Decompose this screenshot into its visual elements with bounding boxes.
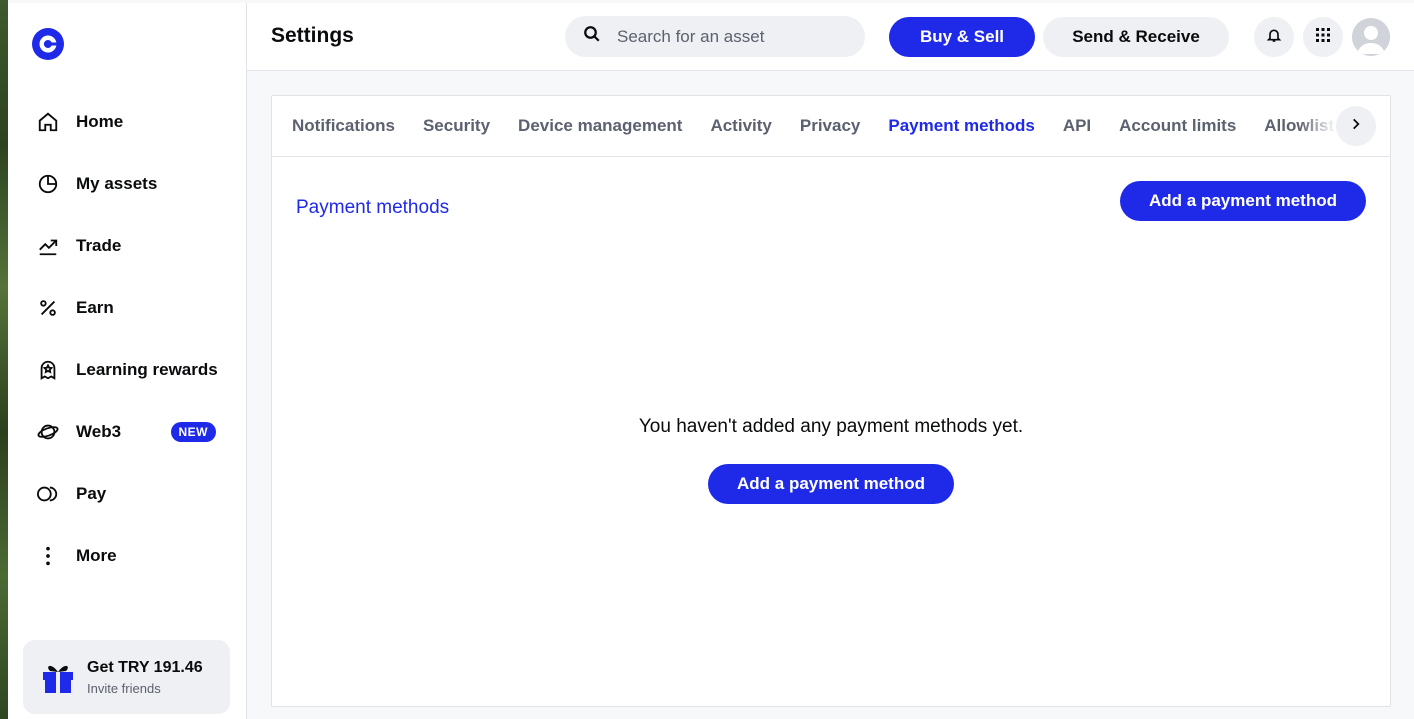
- tab-api[interactable]: API: [1063, 116, 1091, 136]
- tab-payment-methods[interactable]: Payment methods: [888, 116, 1034, 136]
- buy-sell-button[interactable]: Buy & Sell: [889, 17, 1035, 57]
- percent-icon: [36, 296, 60, 320]
- tab-activity[interactable]: Activity: [710, 116, 771, 136]
- referral-title: Get TRY 191.46: [87, 658, 203, 676]
- pie-chart-icon: [36, 172, 60, 196]
- pay-icon: [36, 482, 60, 506]
- sidebar-item-label: More: [76, 546, 117, 565]
- settings-card: Notifications Security Device management…: [271, 95, 1391, 707]
- sidebar-item-web3[interactable]: Web3 NEW: [8, 401, 247, 463]
- search-bar[interactable]: [565, 16, 865, 57]
- tab-account-limits[interactable]: Account limits: [1119, 116, 1236, 136]
- sidebar-item-my-assets[interactable]: My assets: [8, 153, 247, 215]
- notifications-button[interactable]: [1254, 17, 1294, 57]
- sidebar-item-home[interactable]: Home: [8, 91, 247, 153]
- apps-button[interactable]: [1303, 17, 1343, 57]
- sidebar-item-trade[interactable]: Trade: [8, 215, 247, 277]
- payment-methods-heading[interactable]: Payment methods: [296, 197, 449, 219]
- grid-icon: [1316, 27, 1330, 47]
- sidebar-item-label: My assets: [76, 174, 158, 193]
- referral-subtitle: Invite friends: [87, 680, 161, 696]
- desktop-background: [0, 0, 8, 719]
- chevron-right-icon: [1349, 117, 1363, 136]
- new-badge: NEW: [170, 422, 216, 442]
- sidebar-item-label: Pay: [76, 484, 107, 503]
- sidebar-item-earn[interactable]: Earn: [8, 277, 247, 339]
- search-icon: [583, 25, 601, 48]
- empty-state-add-payment-method-button[interactable]: Add a payment method: [708, 464, 954, 504]
- tab-device-management[interactable]: Device management: [518, 116, 682, 136]
- sidebar-nav: Home My assets Trade Earn Learning rewar…: [8, 91, 247, 587]
- tab-security[interactable]: Security: [423, 116, 490, 136]
- tab-notifications[interactable]: Notifications: [292, 116, 395, 136]
- settings-tabs: Notifications Security Device management…: [272, 96, 1390, 157]
- sidebar-item-label: Home: [76, 112, 124, 131]
- add-payment-method-button[interactable]: Add a payment method: [1120, 181, 1366, 221]
- app-window: Home My assets Trade Earn Learning rewar…: [8, 3, 1414, 719]
- user-avatar[interactable]: [1352, 18, 1390, 56]
- trend-icon: [36, 234, 60, 258]
- sidebar-item-label: Earn: [76, 298, 114, 317]
- send-receive-button[interactable]: Send & Receive: [1043, 17, 1229, 57]
- bell-icon: [1266, 27, 1282, 48]
- sidebar-item-label: Web3: [76, 422, 122, 441]
- home-icon: [36, 110, 60, 134]
- more-vertical-icon: [36, 544, 60, 568]
- reward-icon: [36, 358, 60, 382]
- sidebar-item-label: Trade: [76, 236, 122, 255]
- sidebar-item-more[interactable]: More: [8, 525, 247, 587]
- tab-privacy[interactable]: Privacy: [800, 116, 861, 136]
- gift-icon: [41, 660, 75, 694]
- page-title: Settings: [271, 24, 354, 47]
- referral-card[interactable]: Get TRY 191.46 Invite friends: [23, 640, 230, 714]
- sidebar-item-label: Learning rewards: [76, 360, 218, 379]
- sidebar-item-pay[interactable]: Pay: [8, 463, 247, 525]
- web3-icon: [36, 420, 60, 444]
- search-input[interactable]: [617, 26, 847, 47]
- empty-state-message: You haven't added any payment methods ye…: [638, 416, 1024, 437]
- sidebar-item-learning-rewards[interactable]: Learning rewards: [8, 339, 247, 401]
- top-header: Settings Buy & Sell Send & Receive: [247, 3, 1414, 71]
- coinbase-logo[interactable]: [32, 28, 64, 60]
- sidebar: Home My assets Trade Earn Learning rewar…: [8, 3, 247, 719]
- tabs-scroll-right-button[interactable]: [1336, 106, 1376, 146]
